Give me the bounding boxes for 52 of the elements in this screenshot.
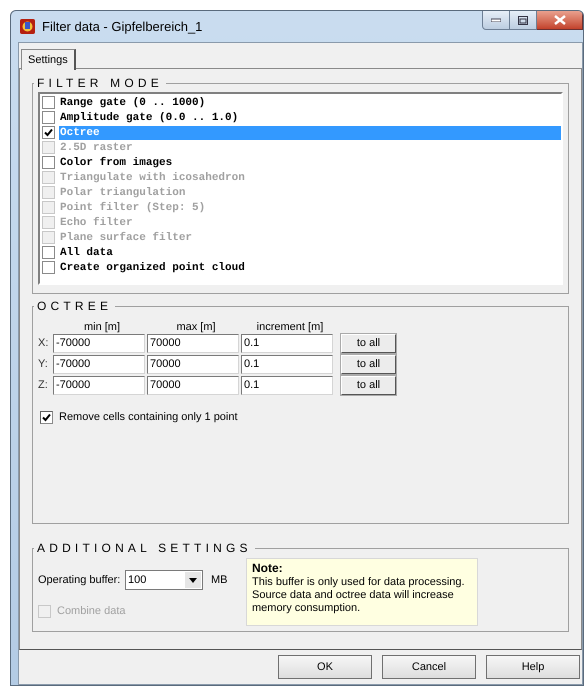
checkbox[interactable] [42,156,55,169]
checkbox-label: Remove cells containing only 1 point [59,410,238,425]
column-header: max [m] [175,320,217,333]
group-title: ADDITIONAL SETTINGS [36,540,253,557]
checkbox-label: Combine data [57,604,126,619]
minimize-icon [491,18,501,22]
buffer-label: Operating buffer: [38,572,122,588]
list-item[interactable]: All data [59,246,561,260]
list-item[interactable]: Range gate (0 .. 1000) [59,96,561,110]
checkbox[interactable] [42,246,55,259]
dialog-button[interactable]: OK [278,655,372,679]
input-field[interactable]: 70000 [147,376,239,395]
input-field[interactable]: 0.1 [241,355,333,374]
group-title: OCTREE [36,298,114,315]
minimize-button[interactable] [482,11,510,30]
input-field[interactable]: 70000 [147,355,239,374]
axis-label: Z: [38,378,49,394]
axis-label: Y: [38,357,49,372]
window-title: Filter data - Gipfelbereich_1 [42,18,202,36]
to-all-button[interactable]: to all [341,376,396,395]
close-icon [554,15,566,25]
tab[interactable]: Settings [21,49,76,70]
close-button[interactable] [537,11,583,30]
axis-label: X: [38,336,50,352]
input-field[interactable]: 70000 [147,334,239,353]
maximize-button[interactable] [510,11,537,30]
checkbox[interactable] [42,111,55,124]
maximize-icon [518,16,528,24]
note-text: This buffer is only used for data processing. Source data and octree data will increase memory consumption. [252,576,466,615]
input-field[interactable]: 0.1 [241,376,333,395]
list-item[interactable]: Create organized point cloud [59,260,561,274]
app-icon [19,18,36,35]
dialog-button[interactable]: Cancel [382,655,476,679]
checkbox[interactable] [42,261,55,274]
buffer-unit: MB [211,572,228,588]
group-title: FILTER MODE [36,75,164,92]
dialog-button[interactable]: Help [486,655,580,679]
checkbox[interactable] [42,96,55,109]
column-header: increment [m] [256,320,324,333]
list-item[interactable]: Color from images [59,156,561,170]
column-header: min [m] [82,320,122,333]
checkbox[interactable] [42,126,55,139]
buffer-dropdown[interactable]: 100 [125,570,203,590]
input-field[interactable]: 0.1 [241,334,333,353]
list-item[interactable]: Amplitude gate (0.0 .. 1.0) [59,110,561,124]
input-field[interactable]: -70000 [53,334,145,353]
to-all-button[interactable]: to all [341,334,396,353]
note-title: Note: [252,561,284,576]
checkbox[interactable] [40,410,53,424]
to-all-button[interactable]: to all [341,355,396,374]
input-field[interactable]: -70000 [53,355,145,374]
input-field[interactable]: -70000 [53,376,145,395]
